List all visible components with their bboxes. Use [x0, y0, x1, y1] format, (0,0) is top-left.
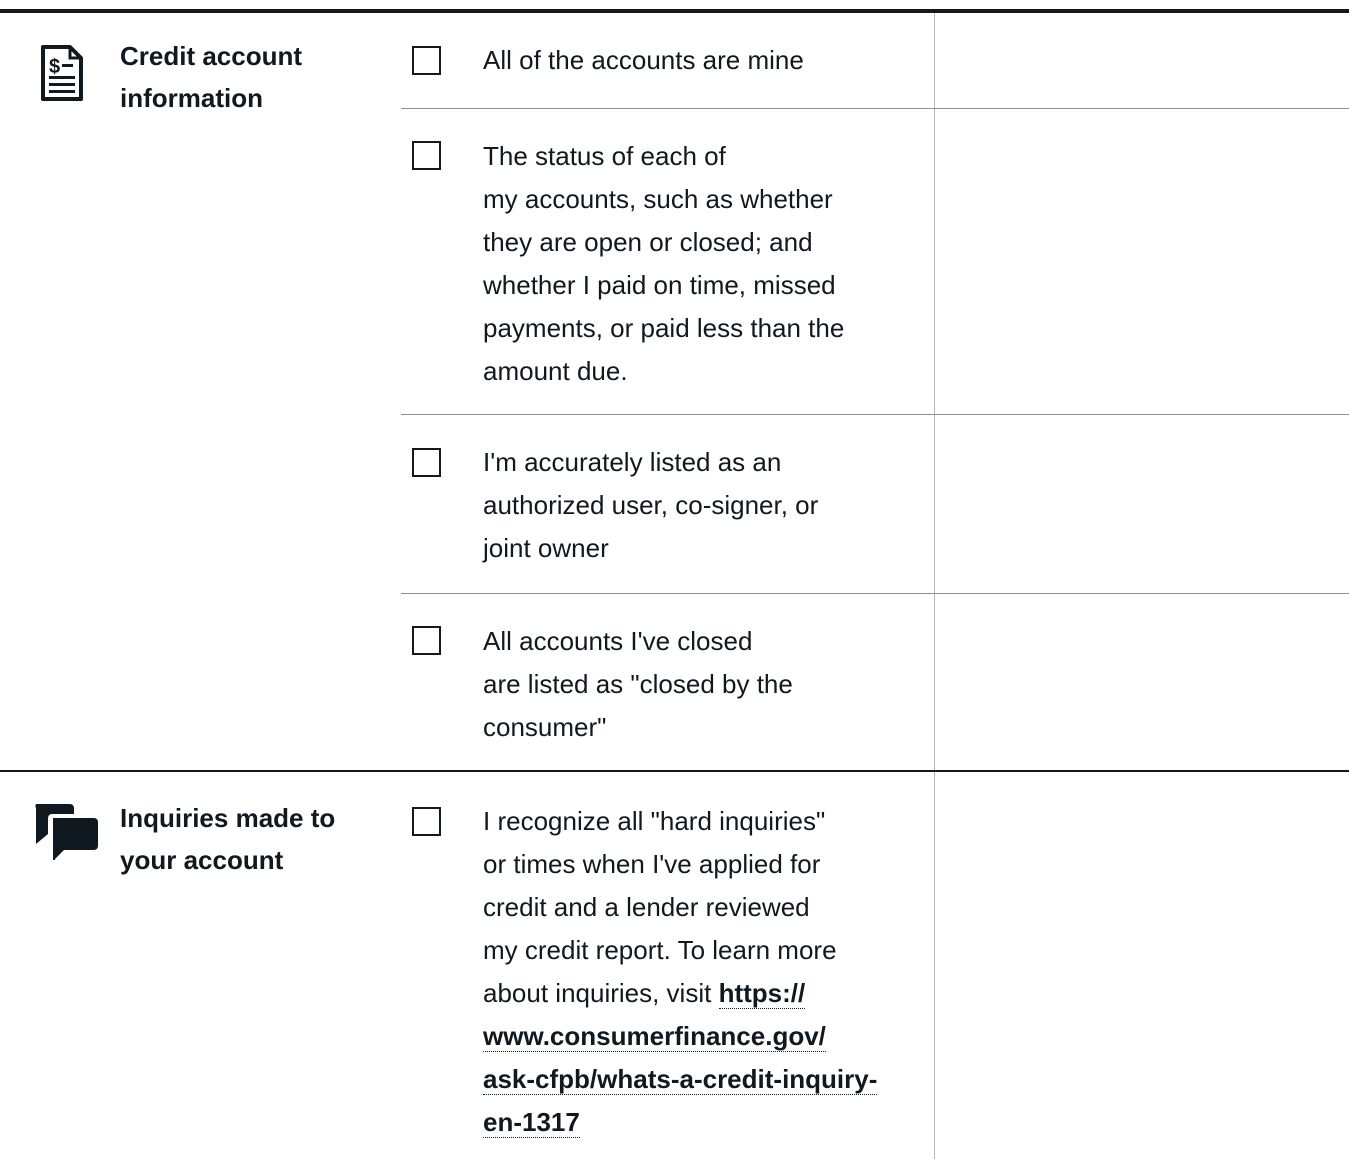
item-text: I'm accurately listed as an authorized us… [483, 447, 819, 563]
notes-cell[interactable] [936, 772, 1349, 1159]
column-divider [934, 13, 935, 1159]
item-text: The status of each of my accounts, such a… [483, 141, 845, 386]
checkbox[interactable] [412, 46, 441, 75]
credit-report-document-icon: $ [40, 44, 84, 107]
chat-bubbles-icon [32, 804, 100, 867]
svg-text:$: $ [49, 56, 60, 78]
checkbox[interactable] [412, 626, 441, 655]
notes-cell[interactable] [936, 13, 1349, 108]
notes-cell[interactable] [936, 415, 1349, 593]
checkbox[interactable] [412, 141, 441, 170]
item-text: I recognize all "hard inquiries" or times… [483, 806, 878, 1138]
section-title: Credit account information [120, 41, 303, 113]
notes-cell[interactable] [936, 594, 1349, 770]
checkbox[interactable] [412, 448, 441, 477]
notes-cell[interactable] [936, 109, 1349, 414]
item-text: All of the accounts are mine [483, 45, 804, 75]
item-text: All accounts I've closed are listed as "c… [483, 626, 793, 742]
checkbox[interactable] [412, 807, 441, 836]
section-title: Inquiries made to your account [120, 803, 336, 875]
